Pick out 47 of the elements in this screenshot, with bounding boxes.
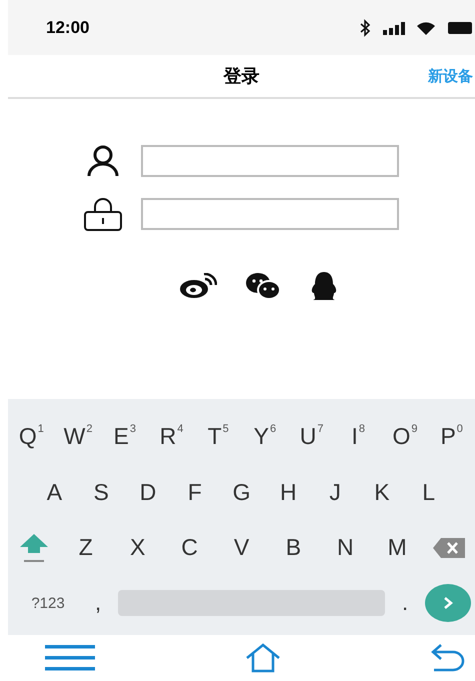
input-field[interactable] [141, 145, 399, 177]
letter-key[interactable]: J [312, 468, 358, 516]
letter-key[interactable]: U$^{7}$ [288, 412, 335, 461]
letter-key[interactable]: N [319, 524, 372, 572]
backspace-icon [433, 538, 466, 558]
comma-key[interactable]: , [88, 590, 108, 616]
letter-key[interactable]: W$^{2}$ [54, 412, 102, 461]
letter-key[interactable]: Z [60, 524, 112, 572]
letter-key[interactable]: F [171, 468, 218, 516]
lock-icon [83, 197, 123, 231]
letter-key[interactable]: G [218, 468, 265, 516]
letter-key[interactable]: R$^{4}$ [148, 412, 195, 461]
input-field[interactable] [141, 198, 399, 230]
letter-key[interactable]: B [267, 524, 320, 572]
symbols-key[interactable]: ?123 [18, 594, 78, 613]
weibo-icon[interactable] [178, 273, 216, 299]
letter-key[interactable]: M [371, 524, 424, 572]
letter-key[interactable]: O$^{9}$ [382, 412, 428, 461]
letter-key[interactable]: Q$^{1}$ [8, 412, 55, 461]
bluetooth-icon [359, 18, 371, 36]
page-title: 登录 [224, 65, 260, 88]
letter-key[interactable]: H [264, 468, 312, 516]
letter-key[interactable]: Y$^{6}$ [242, 412, 288, 461]
letter-key[interactable]: K [358, 468, 406, 516]
letter-key[interactable]: A [31, 468, 78, 516]
signal-icon [383, 20, 405, 34]
letter-key[interactable]: E$^{3}$ [101, 412, 148, 461]
letter-key[interactable]: T$^{5}$ [194, 412, 242, 461]
chevron-right-icon [442, 596, 454, 610]
letter-key[interactable]: C [164, 524, 216, 572]
home-icon[interactable] [245, 643, 281, 673]
letter-key[interactable]: D [124, 468, 172, 516]
status-time: 12:00 [46, 18, 90, 38]
menu-icon[interactable] [45, 645, 95, 671]
shift-arrow-icon [18, 532, 49, 564]
letter-key[interactable]: V [216, 524, 268, 572]
wifi-icon [417, 20, 435, 34]
letter-key[interactable]: P$^{0}$ [428, 412, 475, 461]
enter-key[interactable] [425, 584, 471, 622]
battery-icon [447, 20, 473, 34]
back-icon[interactable] [431, 643, 465, 673]
letter-key[interactable]: L [405, 468, 452, 516]
letter-key[interactable]: X [112, 524, 164, 572]
letter-key[interactable]: I$^{8}$ [334, 412, 382, 461]
wechat-icon[interactable] [244, 272, 280, 300]
period-key[interactable]: . [395, 590, 415, 616]
letter-key[interactable]: S [78, 468, 125, 516]
